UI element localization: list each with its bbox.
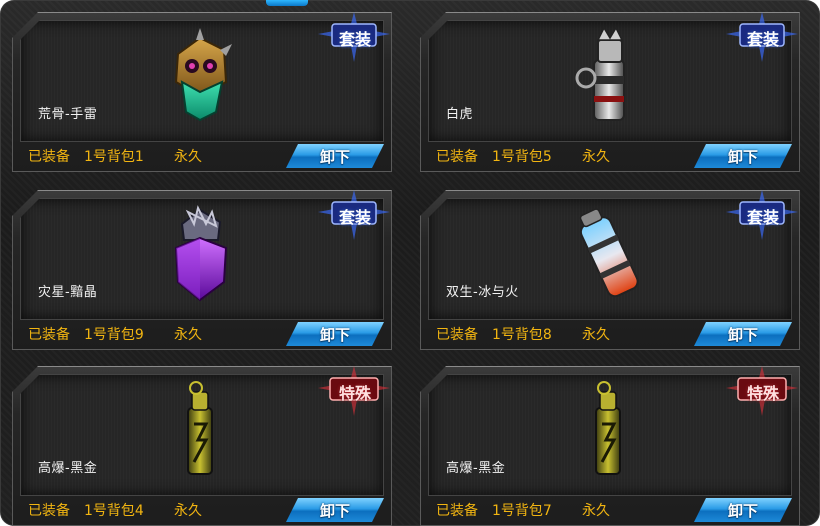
item-card[interactable]: 特殊 高爆-黑金 已装备 1号背包4 永久 卸下 xyxy=(0,360,392,526)
unequip-button-label: 卸下 xyxy=(319,148,350,166)
crystal-grenade-icon xyxy=(174,205,228,302)
gold-grenade-icon xyxy=(595,381,621,475)
ice-fire-grenade-icon xyxy=(579,208,639,298)
equipped-status: 已装备 xyxy=(436,503,478,519)
bag-slot: 1号背包7 xyxy=(492,503,552,519)
bag-slot: 1号背包1 xyxy=(84,149,144,165)
item-name: 荒骨-手雷 xyxy=(38,107,98,122)
unequip-button[interactable]: 卸下 xyxy=(286,498,384,522)
unequip-button[interactable]: 卸下 xyxy=(286,322,384,346)
unequip-button[interactable]: 卸下 xyxy=(286,144,384,168)
item-card[interactable]: 特殊 高爆-黑金 已装备 1号背包7 永久 卸下 xyxy=(408,360,800,526)
tiger-grenade-icon xyxy=(575,26,625,121)
unequip-button[interactable]: 卸下 xyxy=(694,322,792,346)
equipped-status: 已装备 xyxy=(436,149,478,165)
duration: 永久 xyxy=(582,327,610,343)
item-card[interactable]: 套装 双生-冰与火 已装备 1号背包8 永久 卸下 xyxy=(408,184,800,350)
unequip-button-label: 卸下 xyxy=(319,502,350,520)
item-name: 高爆-黑金 xyxy=(38,461,98,476)
badge-label: 套装 xyxy=(746,30,779,49)
equipped-status: 已装备 xyxy=(28,149,70,165)
unequip-button-label: 卸下 xyxy=(727,326,758,344)
badge-label: 特殊 xyxy=(746,384,779,403)
item-card[interactable]: 套装 荒骨-手雷 已装备 1号背包1 永久 卸下 xyxy=(0,6,392,172)
unequip-button-label: 卸下 xyxy=(319,326,350,344)
unequip-button[interactable]: 卸下 xyxy=(694,144,792,168)
duration: 永久 xyxy=(174,149,202,165)
badge-label: 套装 xyxy=(746,208,779,227)
duration: 永久 xyxy=(582,149,610,165)
duration: 永久 xyxy=(174,503,202,519)
gold-grenade-icon xyxy=(187,381,213,475)
bag-slot: 1号背包4 xyxy=(84,503,144,519)
bag-slot: 1号背包8 xyxy=(492,327,552,343)
duration: 永久 xyxy=(174,327,202,343)
item-card[interactable]: 套装 白虎 已装备 1号背包5 永久 卸下 xyxy=(408,6,800,172)
badge-label: 特殊 xyxy=(338,384,371,403)
bag-slot: 1号背包5 xyxy=(492,149,552,165)
bag-slot: 1号背包9 xyxy=(84,327,144,343)
duration: 永久 xyxy=(582,503,610,519)
inventory-panel: 套装 荒骨-手雷 已装备 1号背包1 永久 卸下 套装 白虎 已装备 1号背包5… xyxy=(0,0,820,526)
unequip-button-label: 卸下 xyxy=(727,502,758,520)
item-name: 灾星-黯晶 xyxy=(38,285,98,300)
equipped-status: 已装备 xyxy=(436,327,478,343)
unequip-button-label: 卸下 xyxy=(727,148,758,166)
equipped-status: 已装备 xyxy=(28,327,70,343)
badge-label: 套装 xyxy=(338,208,371,227)
badge-label: 套装 xyxy=(338,30,371,49)
equipped-status: 已装备 xyxy=(28,503,70,519)
item-name: 高爆-黑金 xyxy=(446,461,506,476)
skull-grenade-icon xyxy=(174,28,232,122)
item-card[interactable]: 套装 灾星-黯晶 已装备 1号背包9 永久 卸下 xyxy=(0,184,392,350)
item-name: 双生-冰与火 xyxy=(446,285,519,300)
item-name: 白虎 xyxy=(446,107,474,122)
unequip-button[interactable]: 卸下 xyxy=(694,498,792,522)
